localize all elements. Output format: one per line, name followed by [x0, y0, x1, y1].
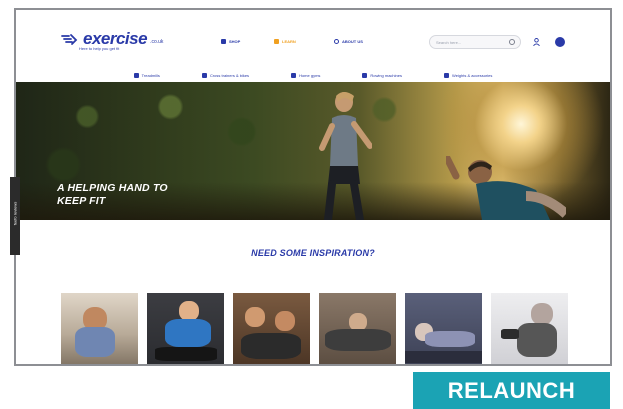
category-rowing[interactable]: Rowing machines [362, 72, 402, 78]
feedback-side-tab-label: feefo reviews [12, 201, 18, 226]
hero-headline: A HELPING HAND TO KEEP FIT [57, 182, 168, 208]
browser-frame: exercise .co.uk Here to help you get fit… [14, 8, 612, 366]
hero-man-figure [446, 156, 566, 220]
dumbbell-icon [291, 72, 297, 78]
category-label: Home gyms [299, 72, 321, 78]
cart-icon [221, 39, 226, 44]
relaunch-banner: RELAUNCH [413, 372, 610, 409]
weights-icon [443, 72, 449, 78]
info-icon [334, 39, 339, 44]
nav-shop[interactable]: SHOP [221, 39, 240, 44]
inspiration-thumb-floor-exercise[interactable] [405, 293, 482, 364]
inspiration-heading: NEED SOME INSPIRATION? [251, 248, 375, 258]
category-label: Rowing machines [370, 72, 402, 78]
category-label: Cross trainers & bikes [209, 72, 250, 78]
inspiration-thumb-stretching[interactable] [147, 293, 224, 364]
category-nav: Treadmills Cross trainers & bikes Home g… [16, 67, 610, 83]
logo-suffix: .co.uk [150, 39, 164, 45]
inspiration-thumb-yoga[interactable] [319, 293, 396, 364]
search-placeholder: Search here... [436, 40, 462, 45]
category-label: Treadmills [141, 72, 160, 78]
hero-banner[interactable]: A HELPING HAND TO KEEP FIT [16, 82, 610, 220]
hero-headline-line1: A HELPING HAND TO [57, 182, 168, 194]
basket-icon[interactable] [555, 37, 565, 47]
logo[interactable]: exercise .co.uk [60, 29, 164, 48]
nav-learn[interactable]: LEARN [274, 39, 296, 44]
runner-icon [61, 34, 78, 45]
hero-headline-line2: KEEP FIT [57, 195, 106, 207]
treadmill-icon [133, 72, 139, 78]
tagline: Here to help you get fit [79, 46, 120, 51]
category-label: Weights & accessories [451, 72, 493, 78]
nav-about[interactable]: ABOUT US [334, 39, 363, 44]
inspiration-gallery [61, 293, 581, 364]
lightbulb-icon [274, 39, 279, 44]
inspiration-thumb-weights[interactable] [491, 293, 568, 364]
hero-woman-figure [319, 92, 372, 220]
category-cross-trainers[interactable]: Cross trainers & bikes [201, 72, 250, 78]
bike-icon [201, 72, 207, 78]
site-header: exercise .co.uk Here to help you get fit… [16, 10, 610, 78]
account-icon[interactable] [533, 38, 540, 46]
rowing-icon [362, 72, 368, 78]
nav-learn-label: LEARN [282, 39, 296, 44]
inspiration-thumb-running[interactable] [61, 293, 138, 364]
category-home-gyms[interactable]: Home gyms [291, 72, 321, 78]
feedback-side-tab[interactable]: feefo reviews [10, 177, 20, 255]
category-weights[interactable]: Weights & accessories [443, 72, 493, 78]
nav-shop-label: SHOP [229, 39, 241, 44]
search-icon[interactable] [509, 39, 515, 45]
inspiration-thumb-partner-workout[interactable] [233, 293, 310, 364]
logo-text: exercise [83, 29, 148, 48]
category-treadmills[interactable]: Treadmills [133, 72, 160, 78]
nav-about-label: ABOUT US [342, 39, 363, 44]
search-input[interactable]: Search here... [429, 35, 521, 49]
